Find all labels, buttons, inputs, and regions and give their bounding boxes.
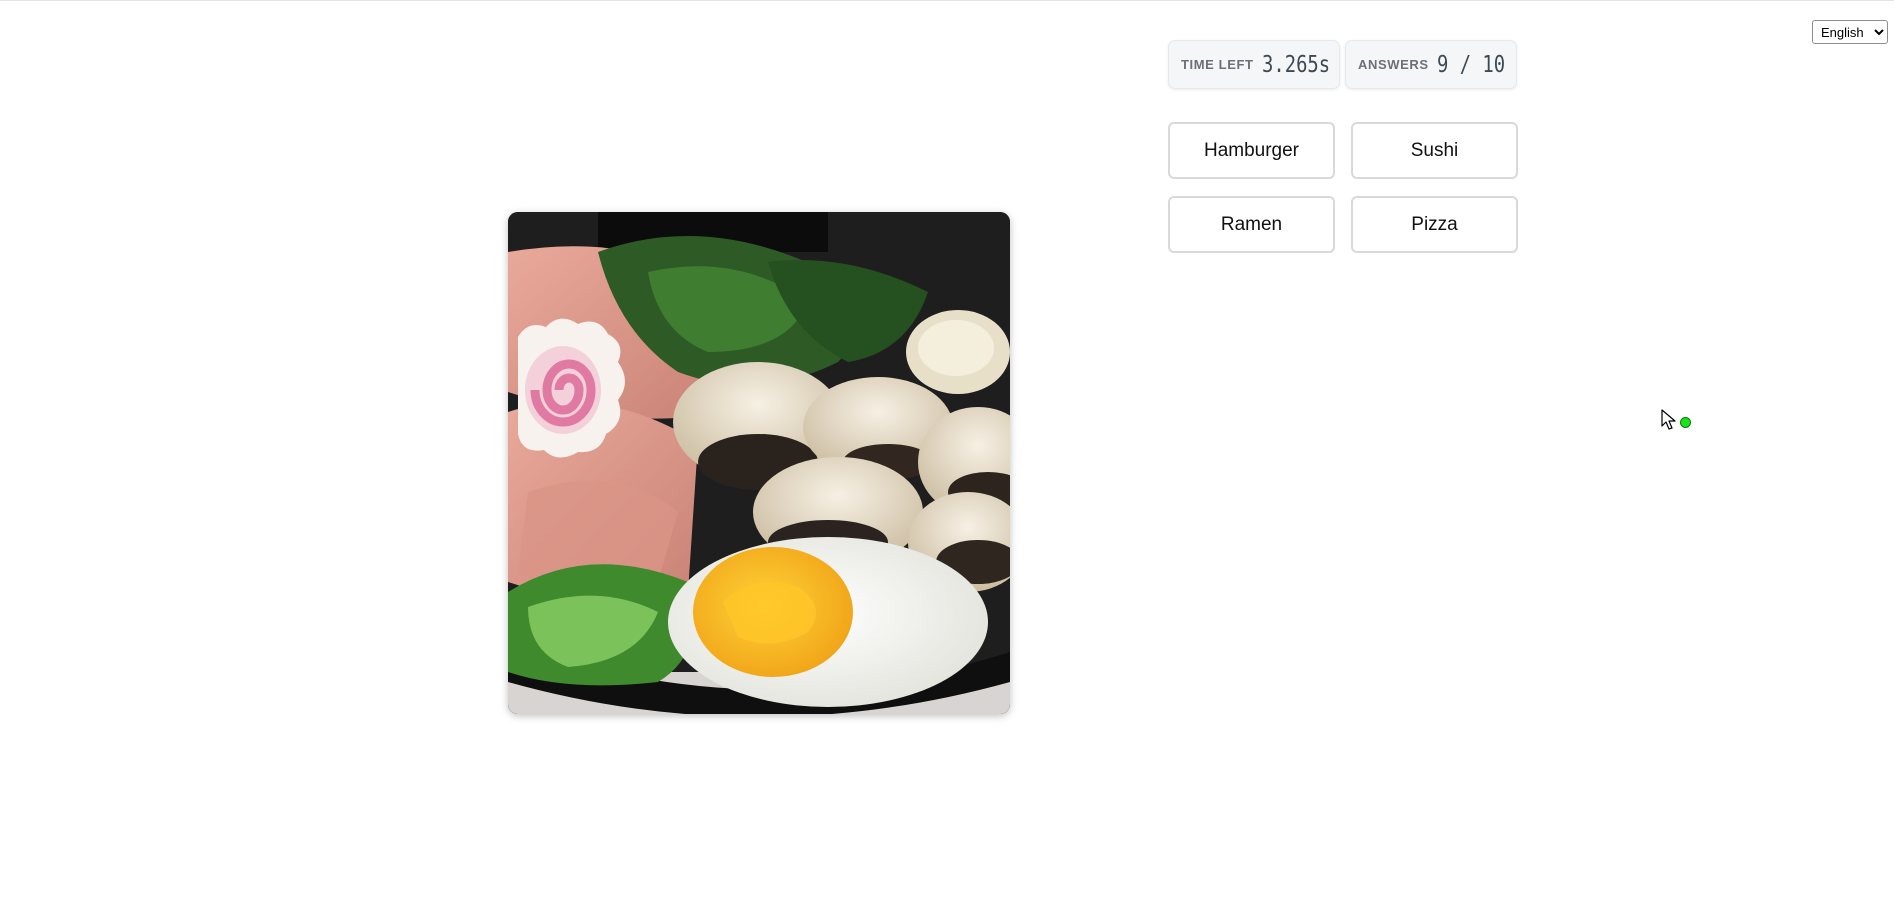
status-indicator-dot [1680, 417, 1691, 428]
answer-button-pizza[interactable]: Pizza [1351, 196, 1518, 253]
answer-button-sushi[interactable]: Sushi [1351, 122, 1518, 179]
answers-label: ANSWERS [1358, 57, 1429, 72]
language-select[interactable]: English [1812, 20, 1888, 44]
time-left-value: 3.265s [1261, 51, 1330, 78]
answers-stat: ANSWERS 9 / 10 [1345, 40, 1517, 89]
mouse-cursor-icon [1661, 409, 1676, 430]
time-left-label: TIME LEFT [1181, 57, 1254, 72]
answer-button-ramen[interactable]: Ramen [1168, 196, 1335, 253]
time-left-stat: TIME LEFT 3.265s [1168, 40, 1340, 89]
quiz-page: English TIME LEFT 3.265s ANSWERS 9 / 10 … [0, 0, 1894, 910]
answers-value: 9 / 10 [1436, 51, 1505, 78]
answer-button-hamburger[interactable]: Hamburger [1168, 122, 1335, 179]
food-image [508, 212, 1010, 714]
